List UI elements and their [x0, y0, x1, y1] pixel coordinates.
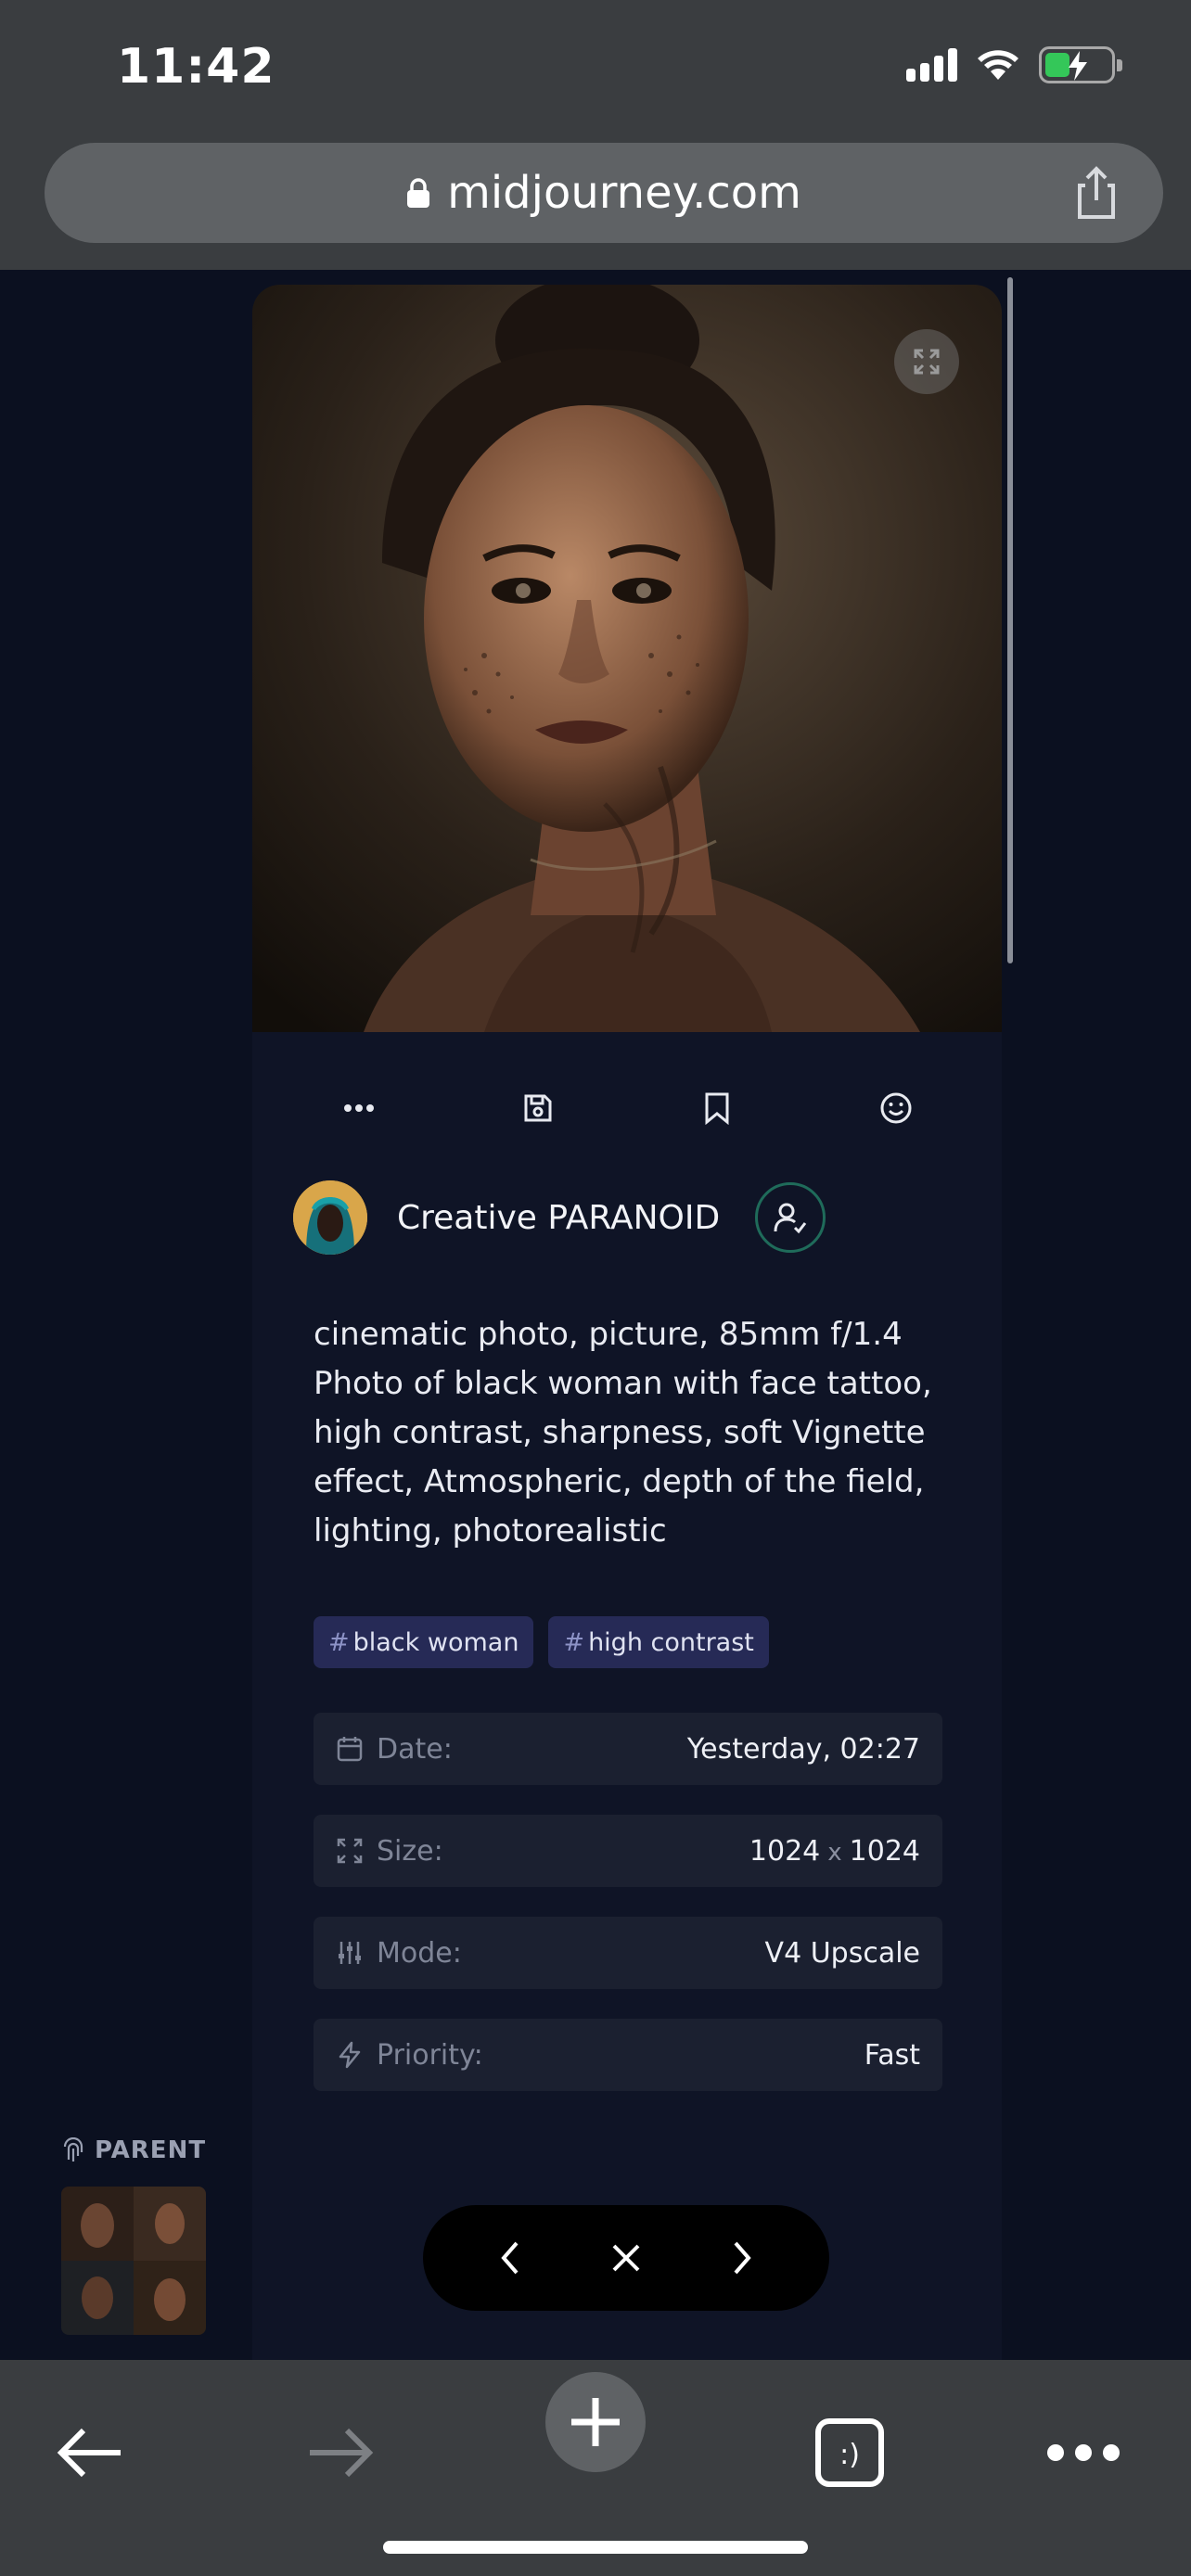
tag-list: # black woman # high contrast [314, 1616, 769, 1668]
meta-mode-row: Mode: V4 Upscale [314, 1917, 942, 1989]
status-time: 11:42 [117, 39, 275, 95]
close-button[interactable] [594, 2225, 659, 2290]
portrait-image[interactable] [252, 285, 1002, 1032]
priority-icon [339, 2041, 361, 2069]
forward-arrow-icon [310, 2428, 374, 2478]
mode-value: V4 Upscale [764, 1936, 920, 1970]
close-icon [612, 2244, 640, 2272]
avatar[interactable] [293, 1180, 367, 1255]
save-button[interactable] [501, 1071, 575, 1145]
date-label: Date: [377, 1732, 453, 1766]
plus-icon [571, 2398, 620, 2446]
tag-label: high contrast [588, 1627, 754, 1657]
mode-icon [339, 1942, 361, 1964]
lock-icon [407, 178, 430, 208]
expand-icon [914, 349, 940, 375]
chevron-right-icon [734, 2241, 751, 2275]
save-icon [524, 1094, 551, 1122]
expand-button[interactable] [894, 329, 959, 394]
priority-value: Fast [864, 2038, 920, 2072]
parent-image-grid[interactable] [61, 2187, 206, 2335]
web-page: Creative PARANOID cinematic photo, pictu… [0, 270, 1191, 2360]
chevron-left-icon [501, 2241, 519, 2275]
priority-label: Priority: [377, 2038, 483, 2072]
fingerprint-icon [63, 2137, 83, 2162]
more-options-button[interactable] [322, 1071, 396, 1145]
back-button[interactable] [43, 2406, 135, 2499]
size-icon [337, 1838, 363, 1864]
tabs-button[interactable]: :) [803, 2406, 896, 2499]
url-text: midjourney.com [447, 167, 801, 219]
size-label: Size: [377, 1834, 443, 1868]
tag-hash: # [563, 1627, 585, 1657]
bookmark-button[interactable] [680, 1071, 754, 1145]
home-indicator[interactable] [383, 2541, 808, 2554]
battery-icon [1039, 46, 1122, 83]
post-actions [252, 1071, 1002, 1145]
image-navigation-pill [423, 2205, 829, 2311]
meta-date-row: Date: Yesterday, 02:27 [314, 1713, 942, 1785]
emoji-icon [880, 1092, 911, 1124]
follow-button[interactable] [755, 1182, 826, 1253]
tabs-icon: :) [815, 2418, 884, 2487]
bookmark-icon [705, 1092, 728, 1125]
more-menu-button[interactable] [1037, 2406, 1130, 2499]
date-value: Yesterday, 02:27 [686, 1732, 920, 1766]
status-icons [906, 46, 1122, 83]
more-dots-icon [1047, 2444, 1120, 2461]
address-bar[interactable]: midjourney.com [45, 143, 1163, 243]
previous-image-button[interactable] [477, 2225, 542, 2290]
portrait-illustration [252, 285, 1002, 1032]
parent-heading: PARENT [61, 2136, 206, 2164]
signal-icon [906, 48, 957, 82]
post-card: Creative PARANOID cinematic photo, pictu… [252, 285, 1002, 2360]
wifi-icon [978, 50, 1018, 80]
author-row: Creative PARANOID [293, 1180, 826, 1255]
scrollbar[interactable] [1007, 277, 1013, 963]
meta-size-row: Size: 1024 x 1024 [314, 1815, 942, 1887]
calendar-icon [337, 1737, 363, 1762]
more-icon [343, 1104, 374, 1112]
meta-priority-row: Priority: Fast [314, 2019, 942, 2091]
react-button[interactable] [859, 1071, 933, 1145]
share-icon [1078, 166, 1115, 219]
follow-user-icon [774, 1203, 807, 1234]
browser-top-bar: 11:42 midjourney.com [0, 0, 1191, 270]
parent-label: PARENT [95, 2136, 207, 2164]
share-button[interactable] [1069, 163, 1124, 223]
forward-button[interactable] [295, 2406, 388, 2499]
size-value: 1024 x 1024 [749, 1834, 920, 1868]
tag-label: black woman [352, 1627, 519, 1657]
prompt-text: cinematic photo, picture, 85mm f/1.4 Pho… [314, 1316, 932, 1549]
svg-text::): :) [839, 2439, 860, 2471]
next-image-button[interactable] [711, 2225, 775, 2290]
mode-label: Mode: [377, 1936, 462, 1970]
tag-hash: # [328, 1627, 350, 1657]
back-arrow-icon [57, 2428, 121, 2478]
tag-black-woman[interactable]: # black woman [314, 1616, 534, 1668]
tag-high-contrast[interactable]: # high contrast [548, 1616, 769, 1668]
new-tab-button[interactable] [545, 2372, 646, 2472]
author-name[interactable]: Creative PARANOID [397, 1199, 720, 1237]
